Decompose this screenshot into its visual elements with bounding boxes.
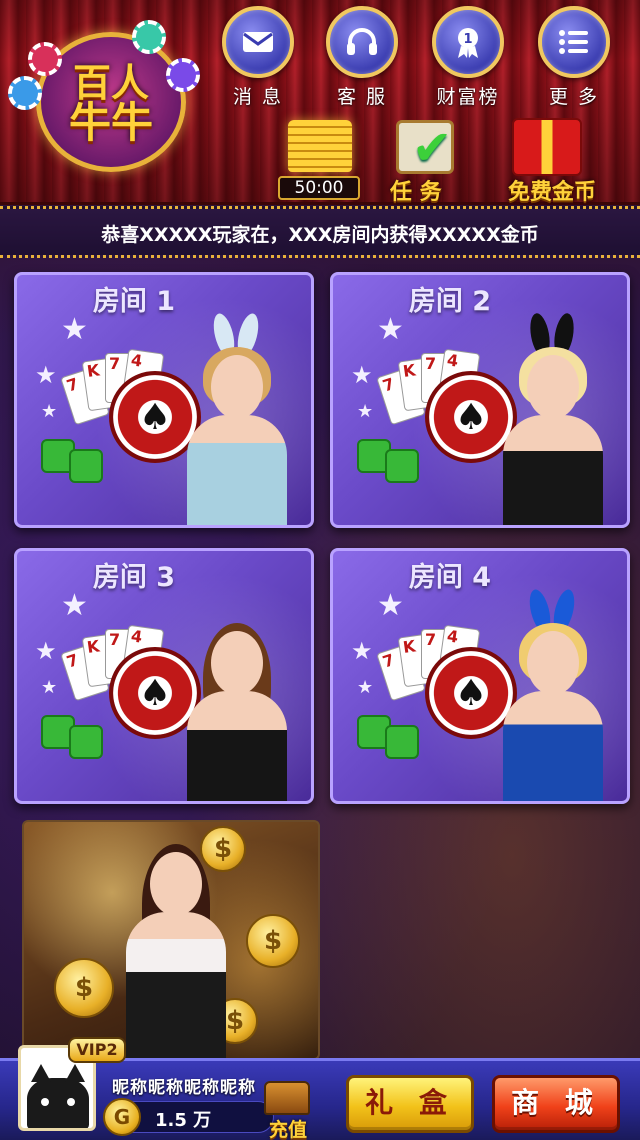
announcement-text: 恭喜XXXXX玩家在，XXX房间内获得XXXXX金币 bbox=[101, 224, 539, 246]
star-icon: ★ bbox=[35, 637, 57, 665]
nav-label-leaderboard: 财富榜 bbox=[436, 86, 500, 108]
top-nav: 消 息 客 服 1 财富榜 更 多 bbox=[214, 4, 640, 114]
coin-timer-button[interactable]: 50:00 bbox=[270, 116, 370, 204]
mail-icon bbox=[222, 6, 294, 78]
cat-avatar-icon bbox=[27, 1064, 89, 1128]
gold-coin-icon: $ bbox=[246, 914, 300, 968]
star-icon: ★ bbox=[61, 312, 88, 347]
free-coins-label: 免费金币 bbox=[508, 180, 597, 205]
logo-text: 百人 牛牛 bbox=[46, 64, 176, 144]
gold-coin-icon: G bbox=[103, 1098, 141, 1136]
room-3-card[interactable]: 房间 3 ★ ★ ★ 7 K 7 4 ♠ bbox=[14, 548, 314, 804]
tasks-label: 任 务 bbox=[390, 180, 442, 205]
room-hostess-image bbox=[493, 587, 613, 801]
game-lobby: 百人 牛牛 消 息 客 服 1 财富榜 更 多 50:00 ✔ 任 务 免费金币… bbox=[0, 0, 640, 1140]
star-icon: ★ bbox=[351, 637, 373, 665]
logo-line-2: 牛牛 bbox=[68, 98, 153, 147]
shop-button[interactable]: 商 城 bbox=[492, 1075, 620, 1133]
star-icon: ★ bbox=[377, 588, 404, 623]
nav-support-button[interactable]: 客 服 bbox=[318, 4, 408, 112]
dice-icon bbox=[69, 725, 103, 759]
checkmark-icon: ✔ bbox=[412, 120, 453, 176]
nav-leaderboard-button[interactable]: 1 财富榜 bbox=[424, 4, 514, 112]
treasure-chest-icon bbox=[264, 1081, 310, 1115]
announcement-marquee: 恭喜XXXXX玩家在，XXX房间内获得XXXXX金币 bbox=[0, 206, 640, 258]
dice-icon bbox=[385, 725, 419, 759]
player-bottom-bar: VIP2 昵称昵称昵称昵称 G 1.5 万 充值 礼 盒 商 城 bbox=[0, 1037, 640, 1140]
star-icon: ★ bbox=[357, 401, 374, 422]
room-hostess-image bbox=[177, 601, 297, 801]
free-coins-button[interactable]: 免费金币 bbox=[500, 116, 640, 205]
dice-icon bbox=[385, 449, 419, 483]
star-icon: ★ bbox=[35, 361, 57, 389]
vip-promo-banner[interactable]: $ $ $ $ bbox=[22, 820, 320, 1060]
header-actions: 50:00 ✔ 任 务 免费金币 bbox=[270, 116, 640, 205]
coin-stack-icon bbox=[288, 120, 352, 172]
star-icon: ★ bbox=[357, 677, 374, 698]
nav-label-more: 更 多 bbox=[548, 86, 600, 108]
vip-hostess-image bbox=[116, 822, 236, 1058]
room-4-card[interactable]: 房间 4 ★ ★ ★ 7 K 7 4 ♠ bbox=[330, 548, 630, 804]
gold-coin-icon: $ bbox=[54, 958, 114, 1018]
recharge-button[interactable]: 充值 bbox=[258, 1077, 318, 1140]
star-icon: ★ bbox=[377, 312, 404, 347]
lobby-header: 百人 牛牛 消 息 客 服 1 财富榜 更 多 50:00 ✔ 任 务 免费金币 bbox=[0, 0, 640, 205]
nav-label-messages: 消 息 bbox=[232, 86, 284, 108]
logo-chip-teal bbox=[132, 20, 166, 54]
gold-balance: G 1.5 万 bbox=[103, 1098, 274, 1136]
nav-messages-button[interactable]: 消 息 bbox=[214, 4, 304, 112]
svg-text:1: 1 bbox=[463, 32, 472, 47]
nav-more-button[interactable]: 更 多 bbox=[530, 4, 620, 112]
room-hostess-image bbox=[177, 311, 297, 525]
player-nickname: 昵称昵称昵称昵称 bbox=[112, 1078, 256, 1098]
headset-icon bbox=[326, 6, 398, 78]
menu-list-icon bbox=[538, 6, 610, 78]
logo-chip-blue bbox=[8, 76, 42, 110]
star-icon: ★ bbox=[351, 361, 373, 389]
coin-timer: 50:00 bbox=[278, 176, 360, 200]
logo-line-1: 百人 bbox=[72, 61, 149, 105]
medal-icon: 1 bbox=[432, 6, 504, 78]
gift-box-button[interactable]: 礼 盒 bbox=[346, 1075, 474, 1133]
gift-box-icon bbox=[512, 118, 582, 176]
room-1-card[interactable]: 房间 1 ★ ★ ★ 7 K 7 4 ♠ bbox=[14, 272, 314, 528]
tasks-button[interactable]: ✔ 任 务 bbox=[388, 116, 488, 205]
recharge-label: 充值 bbox=[268, 1119, 307, 1140]
star-icon: ★ bbox=[61, 588, 88, 623]
star-icon: ★ bbox=[41, 401, 58, 422]
vip-level-badge: VIP2 bbox=[68, 1037, 126, 1063]
gold-amount: 1.5 万 bbox=[155, 1110, 212, 1131]
star-icon: ★ bbox=[41, 677, 58, 698]
game-logo: 百人 牛牛 bbox=[8, 14, 208, 174]
room-hostess-image bbox=[493, 311, 613, 525]
nav-label-support: 客 服 bbox=[336, 86, 388, 108]
dice-icon bbox=[69, 449, 103, 483]
room-2-card[interactable]: 房间 2 ★ ★ ★ 7 K 7 4 ♠ bbox=[330, 272, 630, 528]
